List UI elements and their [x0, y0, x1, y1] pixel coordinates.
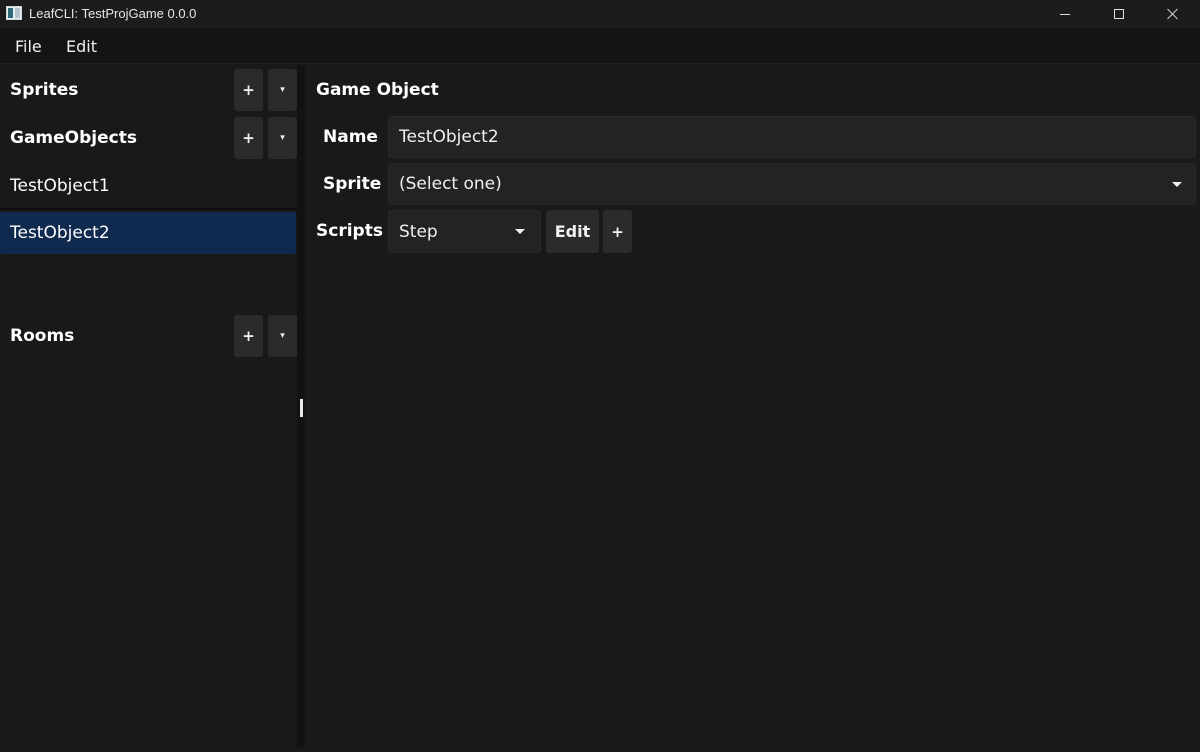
sprites-dropdown-button[interactable]: ▾ [268, 69, 297, 111]
minimize-icon [1060, 13, 1070, 15]
scripts-label: Scripts [316, 221, 383, 241]
gameobject-list-item-testobject1[interactable]: TestObject1 [0, 165, 297, 207]
list-divider [0, 208, 297, 210]
window-title: LeafCLI: TestProjGame 0.0.0 [29, 6, 197, 21]
close-icon [1167, 8, 1179, 20]
menu-edit[interactable]: Edit [66, 37, 97, 56]
rooms-dropdown-button[interactable]: ▾ [268, 315, 297, 357]
gameobjects-section-title: GameObjects [10, 128, 137, 148]
sprites-section-title: Sprites [10, 80, 79, 100]
splitter-handle[interactable] [300, 399, 303, 417]
script-select[interactable]: Step [388, 210, 541, 253]
gameobject-list-item-testobject2[interactable]: TestObject2 [0, 212, 296, 254]
edit-script-button[interactable]: Edit [546, 210, 599, 253]
chevron-down-icon [1172, 182, 1182, 187]
maximize-button[interactable] [1092, 0, 1146, 28]
app-icon [6, 6, 22, 20]
menu-file[interactable]: File [15, 37, 42, 56]
close-button[interactable] [1146, 0, 1200, 28]
sprite-label: Sprite [323, 174, 382, 194]
add-script-button[interactable]: + [603, 210, 632, 253]
maximize-icon [1114, 9, 1124, 19]
sprite-select[interactable]: (Select one) [388, 163, 1196, 205]
add-gameobject-button[interactable]: + [234, 117, 263, 159]
chevron-down-icon [515, 229, 525, 234]
name-label: Name [323, 127, 378, 147]
gameobjects-dropdown-button[interactable]: ▾ [268, 117, 297, 159]
name-input[interactable]: TestObject2 [388, 116, 1196, 158]
title-bar: LeafCLI: TestProjGame 0.0.0 [0, 0, 1200, 28]
add-sprite-button[interactable]: + [234, 69, 263, 111]
name-input-value: TestObject2 [399, 127, 499, 147]
editor-title: Game Object [316, 80, 439, 100]
minimize-button[interactable] [1038, 0, 1092, 28]
menu-bar: File Edit [0, 28, 1200, 64]
sprite-select-value: (Select one) [399, 174, 502, 194]
rooms-section-title: Rooms [10, 326, 75, 346]
add-room-button[interactable]: + [234, 315, 263, 357]
script-select-value: Step [399, 221, 438, 242]
